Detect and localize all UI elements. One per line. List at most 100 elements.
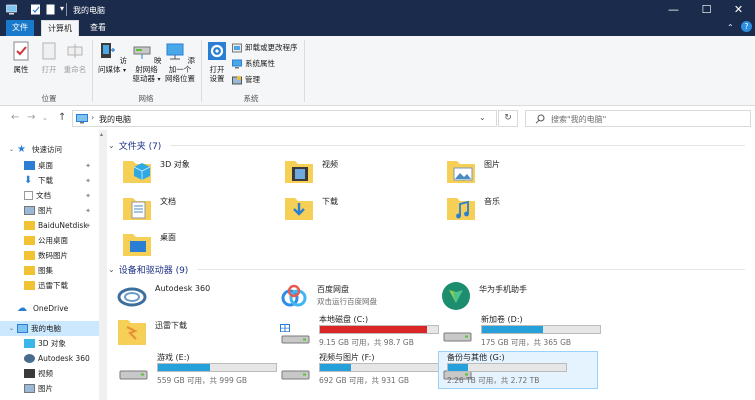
up-arrow-icon[interactable]: ↑ [58,112,66,123]
manage-button[interactable]: 管理 [232,74,260,85]
folder-label: 音乐 [484,197,500,206]
sidebar-item-pictures[interactable]: 图片 ✦ [0,203,99,218]
sidebar-item-digital-pictures[interactable]: 数码图片 [0,248,99,263]
sidebar-item-thunder-downloads[interactable]: 迅雷下载 [0,278,99,293]
properties-button[interactable]: 属性 [8,41,34,74]
access-media-button[interactable]: 访问媒体 ▾ [96,41,128,75]
device-baidu-netdisk[interactable]: 百度网盘 双击运行百度网盘 [279,281,429,315]
folder-desktop[interactable]: 桌面 [122,228,272,262]
drive-icon [119,370,148,380]
sidebar-item-autodesk[interactable]: Autodesk 360 [0,351,99,366]
sidebar-item-downloads[interactable]: ⬇ 下载 ✦ [0,173,99,188]
pin-icon[interactable]: ✦ [85,177,91,185]
device-autodesk-360[interactable]: Autodesk 360 [117,281,267,315]
open-settings-button[interactable]: 打开 设置 [204,41,230,83]
sidebar-item-videos[interactable]: 视频 [0,366,99,381]
sidebar-item-baidunetdisk[interactable]: BaiduNetdisk ✦ [0,218,99,233]
system-properties-button[interactable]: 系统属性 [232,58,275,69]
folder-3d-objects[interactable]: 3D 对象 [122,155,272,189]
chevron-down-icon[interactable]: ▾ [60,4,64,13]
sidebar-item-onedrive[interactable]: ☁ OneDrive [0,301,99,316]
drive-c[interactable]: 本地磁盘 (C:) 9.15 GB 可用，共 98.7 GB [279,314,439,350]
drive-e[interactable]: 游戏 (E:) 559 GB 可用，共 999 GB [117,352,277,388]
add-network-location-button[interactable]: 添加一个 网络位置 [163,41,197,83]
ribbon-collapse-icon[interactable]: ⌃ [727,23,734,32]
drive-f[interactable]: 视频与图片 (F:) 692 GB 可用，共 931 GB [279,352,439,388]
chevron-down-icon[interactable]: ⌄ [108,141,115,150]
device-thunder-download[interactable]: 迅雷下载 [117,317,267,351]
tab-view[interactable]: 查看 [84,20,112,36]
sidebar-item-label: 3D 对象 [38,339,66,348]
search-icon [535,114,545,124]
drive-capacity: 9.15 GB 可用，共 98.7 GB [319,338,414,347]
help-icon[interactable]: ? [741,21,752,32]
sidebar-item-pictures-pc[interactable]: 图片 [0,381,99,396]
navigation-pane: ⌄ ★ 快速访问 桌面 ✦ ⬇ 下载 ✦ 文档 ✦ 图片 ✦ BaiduNetdisk ✦… [0,130,99,400]
film-icon [24,369,35,378]
document-icon [24,191,33,200]
drive-capacity: 2.26 TB 可用，共 2.72 TB [447,376,540,385]
drive-g[interactable]: 备份与其他 (G:) 2.26 TB 可用，共 2.72 TB [438,351,598,389]
sidebar-item-this-pc[interactable]: ⌄ 我的电脑 [0,321,99,336]
maximize-button[interactable]: ☐ [690,0,723,20]
tab-computer[interactable]: 计算机 [41,20,79,36]
close-button[interactable]: ✕ [722,0,755,20]
sidebar-item-documents[interactable]: 文档 ✦ [0,188,99,203]
chevron-down-icon: ▾ [157,76,161,83]
search-placeholder: 搜索"我的电脑" [551,115,607,124]
back-arrow-icon[interactable]: ← [11,112,19,123]
sidebar-item-gallery[interactable]: 图集 [0,263,99,278]
sidebar-item-quick-access[interactable]: ⌄ ★ 快速访问 [0,142,99,157]
folder-documents[interactable]: 文档 [122,192,272,226]
sidebar-item-3d-objects[interactable]: 3D 对象 [0,336,99,351]
pin-icon[interactable]: ✦ [85,222,91,230]
pin-icon[interactable]: ✦ [85,162,91,170]
rename-icon [67,44,83,58]
devices-section-header[interactable]: ⌄ 设备和驱动器 (9) [108,262,188,276]
sidebar-item-desktop[interactable]: 桌面 ✦ [0,158,99,173]
chevron-down-icon[interactable]: ⌄ [108,265,115,274]
folder-label: 视频 [322,160,338,169]
properties-quick-icon[interactable] [30,4,41,15]
sidebar-item-label: 图集 [38,266,53,275]
sidebar-item-label: 公用桌面 [38,236,68,245]
music-folder-icon [447,198,475,220]
sidebar-scrollbar[interactable]: ▴ [99,130,107,400]
folders-section-header[interactable]: ⌄ 文件夹 (7) [108,138,161,152]
scroll-up-arrow-icon[interactable]: ▴ [100,131,103,138]
recent-locations-chevron-icon[interactable]: ⌄ [42,114,48,122]
map-network-drive-button[interactable]: 映射网络 驱动器 ▾ [130,41,163,84]
tab-file[interactable]: 文件 [6,20,34,36]
forward-arrow-icon[interactable]: → [27,112,35,123]
new-folder-quick-icon[interactable] [45,4,56,15]
address-box[interactable]: › 我的电脑 ⌄ [72,110,497,127]
uninstall-program-button[interactable]: 卸载或更改程序 [232,42,298,53]
search-box[interactable]: 搜索"我的电脑" [525,110,751,127]
folder-music[interactable]: 音乐 [446,192,596,226]
divider [66,3,67,16]
device-huawei-assistant[interactable]: 华为手机助手 [441,281,591,315]
chevron-down-icon[interactable]: ⌄ [9,146,17,153]
folder-downloads[interactable]: 下载 [284,192,434,226]
sidebar-item-label: 数码图片 [38,251,68,260]
refresh-button[interactable]: ↻ [498,110,518,127]
drive-d[interactable]: 新加卷 (D:) 175 GB 可用，共 365 GB [441,314,601,350]
pin-icon[interactable]: ✦ [85,192,91,200]
sidebar-item-label: BaiduNetdisk [38,221,88,230]
breadcrumb-separator-icon[interactable]: › [91,113,94,122]
folder-videos[interactable]: 视频 [284,155,434,189]
folder-label: 3D 对象 [160,160,190,169]
rename-button[interactable]: 重命名 [62,41,88,74]
drive-usage-bar [319,363,439,372]
address-dropdown-chevron-icon[interactable]: ⌄ [479,113,486,122]
section-divider [170,145,745,146]
minimize-button[interactable]: — [657,0,690,20]
chevron-down-icon[interactable]: ⌄ [9,325,17,332]
system-drive-icon [280,324,310,344]
pictures-folder-icon [447,161,475,183]
breadcrumb-path[interactable]: 我的电脑 [99,114,131,125]
pin-icon[interactable]: ✦ [85,207,91,215]
folder-pictures[interactable]: 图片 [446,155,596,189]
sidebar-item-public-desktop[interactable]: 公用桌面 [0,233,99,248]
open-button[interactable]: 打开 [36,41,62,74]
